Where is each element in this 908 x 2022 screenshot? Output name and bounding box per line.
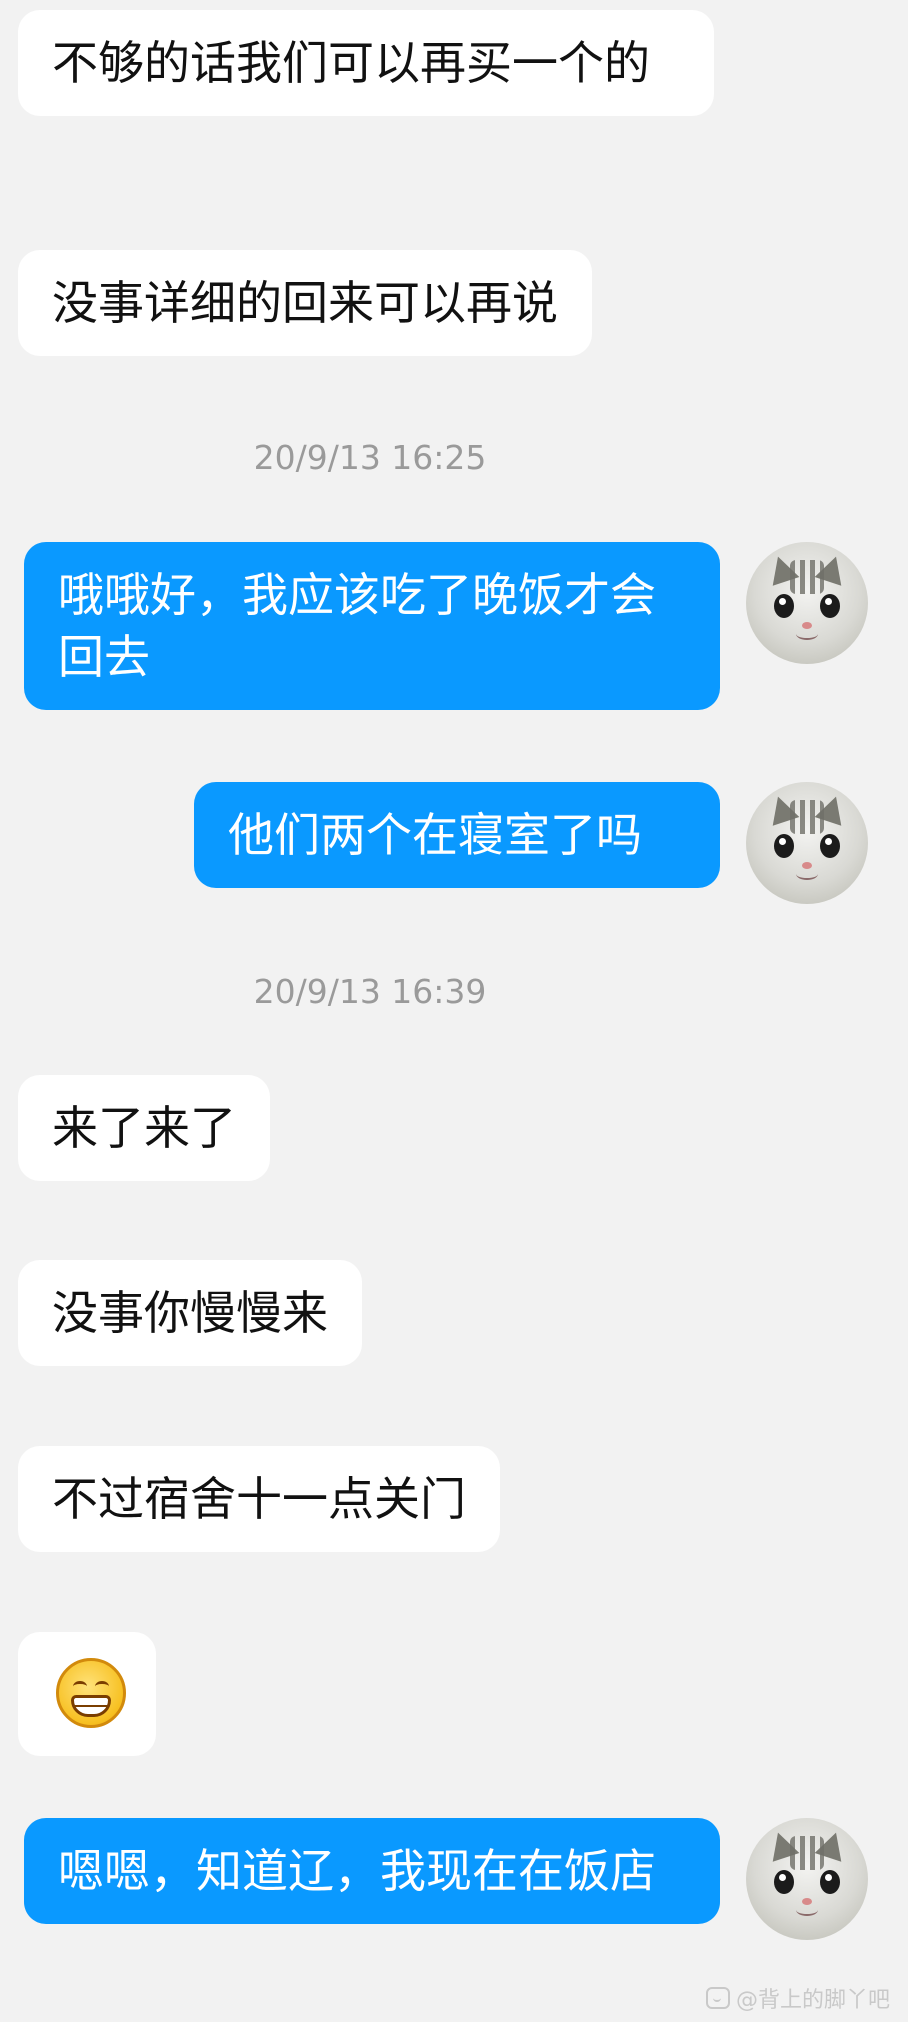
- avatar[interactable]: [746, 542, 868, 664]
- message-bubble-outgoing[interactable]: 嗯嗯，知道辽，我现在在饭店: [24, 1818, 720, 1924]
- watermark: @背上的脚丫吧: [705, 1982, 890, 2014]
- timestamp: 20/9/13 16:39: [253, 972, 487, 1011]
- message-text: 他们两个在寝室了吗: [228, 808, 642, 862]
- message-text: 来了来了: [52, 1101, 236, 1155]
- avatar[interactable]: [746, 1818, 868, 1940]
- message-bubble-outgoing[interactable]: 哦哦好，我应该吃了晚饭才会回去: [24, 542, 720, 710]
- message-bubble-incoming[interactable]: 不过宿舍十一点关门: [18, 1446, 500, 1552]
- message-text: 不过宿舍十一点关门: [52, 1472, 466, 1526]
- message-text: 哦哦好，我应该吃了晚饭才会回去: [58, 568, 656, 684]
- message-text: 没事详细的回来可以再说: [52, 276, 558, 330]
- message-bubble-incoming[interactable]: 不够的话我们可以再买一个的: [18, 10, 714, 116]
- timestamp: 20/9/13 16:25: [253, 438, 487, 477]
- message-bubble-incoming[interactable]: 来了来了: [18, 1075, 270, 1181]
- message-text: 没事你慢慢来: [52, 1286, 328, 1340]
- message-text: 不够的话我们可以再买一个的: [52, 36, 650, 90]
- watermark-text: @背上的脚丫吧: [735, 1988, 890, 2013]
- message-bubble-incoming[interactable]: 没事你慢慢来: [18, 1260, 362, 1366]
- weibo-logo-icon: [705, 1987, 730, 2009]
- message-text: 嗯嗯，知道辽，我现在在饭店: [58, 1844, 656, 1898]
- message-bubble-incoming[interactable]: 没事详细的回来可以再说: [18, 250, 592, 356]
- message-bubble-outgoing[interactable]: 他们两个在寝室了吗: [194, 782, 720, 888]
- grinning-emoji-icon: [56, 1658, 126, 1728]
- avatar[interactable]: [746, 782, 868, 904]
